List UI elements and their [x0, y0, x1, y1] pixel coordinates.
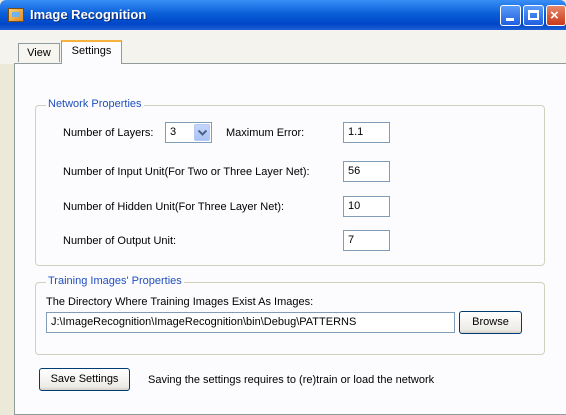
output-units-field[interactable]: 7 [343, 230, 390, 251]
app-icon [8, 8, 24, 22]
hidden-units-field[interactable]: 10 [343, 196, 390, 217]
max-error-label: Maximum Error: [226, 127, 305, 139]
layers-dropdown-button[interactable] [194, 124, 210, 141]
app-window: Image Recognition × View Settings Networ… [0, 0, 566, 415]
close-button[interactable]: × [546, 5, 566, 26]
layers-value: 3 [170, 126, 177, 138]
save-note: Saving the settings requires to (re)trai… [148, 374, 435, 386]
minimize-button[interactable] [500, 5, 521, 26]
window-title: Image Recognition [30, 7, 147, 22]
input-units-field[interactable]: 56 [343, 161, 390, 182]
hidden-units-label: Number of Hidden Unit(For Three Layer Ne… [63, 201, 285, 213]
layers-select[interactable]: 3 [165, 122, 212, 143]
input-units-label: Number of Input Unit(For Two or Three La… [63, 166, 310, 178]
network-properties-legend: Network Properties [46, 98, 144, 110]
browse-button[interactable]: Browse [459, 311, 522, 334]
chevron-down-icon [198, 130, 207, 136]
save-settings-button[interactable]: Save Settings [39, 368, 130, 391]
minimize-icon [506, 18, 514, 21]
title-bar[interactable]: Image Recognition × [0, 0, 566, 30]
maximize-icon [528, 10, 539, 20]
close-icon: × [550, 7, 559, 24]
tab-view[interactable]: View [18, 43, 60, 62]
max-error-field[interactable]: 1.1 [343, 122, 390, 143]
training-properties-legend: Training Images' Properties [46, 275, 184, 287]
maximize-button[interactable] [523, 5, 544, 26]
tab-settings[interactable]: Settings [61, 40, 122, 64]
output-units-label: Number of Output Unit: [63, 235, 177, 247]
directory-label: The Directory Where Training Images Exis… [46, 296, 314, 308]
directory-field[interactable]: J:\ImageRecognition\ImageRecognition\bin… [46, 312, 455, 333]
layers-label: Number of Layers: [63, 127, 154, 139]
